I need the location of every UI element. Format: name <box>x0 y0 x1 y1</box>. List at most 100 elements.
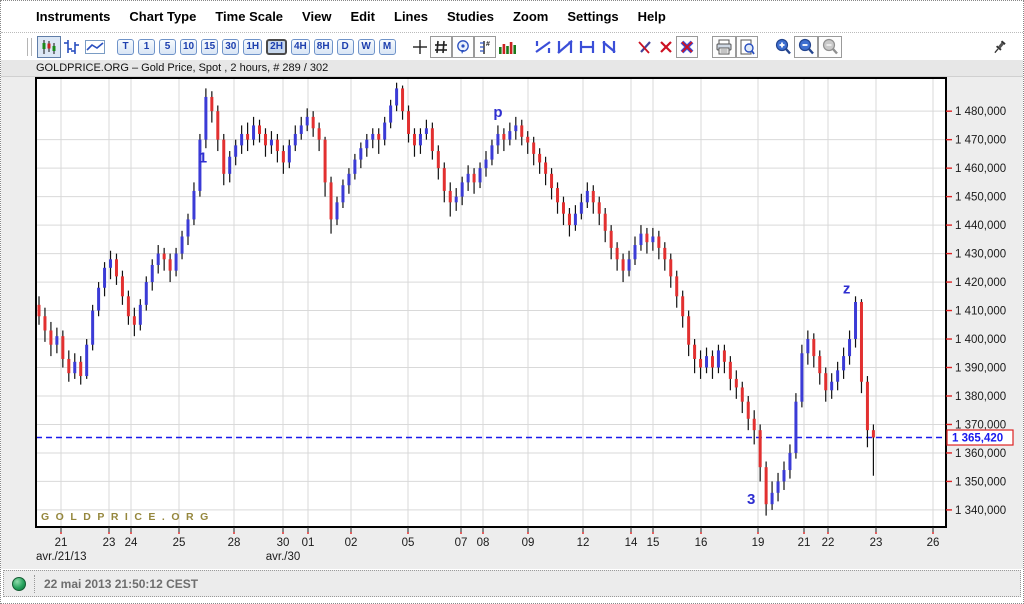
timescale-button-4h[interactable]: 4H <box>291 39 310 55</box>
y-tick-label: 1 350,000 <box>955 476 1006 488</box>
print-preview-icon <box>739 39 755 55</box>
timescale-button-10[interactable]: 10 <box>180 39 197 55</box>
y-tick-label: 1 420,000 <box>955 277 1006 289</box>
menu-item-time-scale[interactable]: Time Scale <box>215 9 283 24</box>
timescale-button-2h[interactable]: 2H <box>266 39 287 55</box>
timescale-button-m[interactable]: M <box>379 39 396 55</box>
price-scale-icon: # <box>477 39 493 55</box>
delete-line-tool-button[interactable] <box>656 36 676 58</box>
app-window: Instruments Chart Type Time Scale View Edit L… <box>0 0 1024 604</box>
horizontal-segment-icon <box>578 39 596 55</box>
timescale-button-15[interactable]: 15 <box>201 39 218 55</box>
timescale-button-1h[interactable]: 1H <box>243 39 262 55</box>
x-tick-label: 08 <box>477 537 490 549</box>
crosshair-icon <box>412 39 428 55</box>
trendline-icon <box>534 39 552 55</box>
x-date-label: avr./30 <box>266 551 301 563</box>
zoom-reset-button[interactable] <box>818 36 842 58</box>
menu-item-chart-type[interactable]: Chart Type <box>129 9 196 24</box>
timescale-button-8h[interactable]: 8H <box>314 39 333 55</box>
menu-item-edit[interactable]: Edit <box>350 9 375 24</box>
menu-item-instruments[interactable]: Instruments <box>36 9 110 24</box>
volume-histogram-icon <box>498 39 516 55</box>
timescale-button-1[interactable]: 1 <box>138 39 155 55</box>
x-tick-label: 23 <box>103 537 116 549</box>
zoom-in-button[interactable] <box>772 36 794 58</box>
timescale-button-30[interactable]: 30 <box>222 39 239 55</box>
timescale-button-w[interactable]: W <box>358 39 375 55</box>
price-chart[interactable]: GOLDPRICE.ORG1pz31 340,0001 350,0001 360… <box>1 77 1024 569</box>
plot-background <box>36 77 946 527</box>
timescale-button-t[interactable]: T <box>117 39 134 55</box>
x-tick-label: 25 <box>173 537 186 549</box>
price-scale-toggle-button[interactable]: # <box>474 36 496 58</box>
zoom-out-button[interactable] <box>794 36 818 58</box>
menu-bar: Instruments Chart Type Time Scale View Edit L… <box>1 1 1023 33</box>
x-date-label: avr./21/13 <box>36 551 87 563</box>
zoom-in-icon <box>774 38 792 55</box>
x-tick-label: 28 <box>228 537 241 549</box>
trendline-extended-tool-button[interactable] <box>554 36 576 58</box>
menu-item-zoom[interactable]: Zoom <box>513 9 548 24</box>
chart-title-bar: GOLDPRICE.ORG – Gold Price, Spot , 2 hou… <box>1 60 1023 77</box>
last-price-label: 1 365,420 <box>952 433 1003 445</box>
x-tick-label: 14 <box>625 537 638 549</box>
wave-annotation-p[interactable]: p <box>493 104 502 121</box>
erase-line-icon <box>636 39 654 55</box>
ohlc-bar-chart-type-button[interactable] <box>61 36 83 58</box>
wave-annotation-3[interactable]: 3 <box>747 491 755 508</box>
vertical-trend-tool-button[interactable] <box>598 36 620 58</box>
x-tick-label: 19 <box>752 537 765 549</box>
menu-item-help[interactable]: Help <box>638 9 666 24</box>
x-tick-label: 16 <box>695 537 708 549</box>
line-chart-type-button[interactable] <box>83 36 107 58</box>
delete-all-lines-button[interactable] <box>676 36 698 58</box>
y-tick-label: 1 480,000 <box>955 106 1006 118</box>
x-tick-label: 07 <box>455 537 468 549</box>
timescale-button-d[interactable]: D <box>337 39 354 55</box>
menu-item-view[interactable]: View <box>302 9 331 24</box>
x-tick-label: 23 <box>870 537 883 549</box>
menu-item-studies[interactable]: Studies <box>447 9 494 24</box>
volume-toggle-button[interactable] <box>496 36 518 58</box>
trendline-extended-icon <box>556 39 574 55</box>
menu-item-lines[interactable]: Lines <box>394 9 428 24</box>
x-tick-label: 30 <box>277 537 290 549</box>
chart-area[interactable]: GOLDPRICE.ORG1pz31 340,0001 350,0001 360… <box>1 77 1024 569</box>
candlestick-chart-type-button[interactable] <box>37 36 61 58</box>
trendline-tool-button[interactable] <box>532 36 554 58</box>
x-tick-label: 15 <box>647 537 660 549</box>
erase-line-tool-button[interactable] <box>634 36 656 58</box>
grid-toggle-button[interactable] <box>430 36 452 58</box>
toolbar-pin-button[interactable] <box>989 36 1009 58</box>
vertical-trend-icon <box>600 39 618 55</box>
printer-icon <box>715 39 733 55</box>
x-tick-label: 01 <box>302 537 315 549</box>
y-tick-label: 1 460,000 <box>955 163 1006 175</box>
status-bar: 22 mai 2013 21:50:12 CEST <box>3 570 1021 597</box>
line-chart-icon <box>85 39 105 55</box>
print-preview-button[interactable] <box>736 36 758 58</box>
y-tick-label: 1 380,000 <box>955 391 1006 403</box>
grid-icon <box>433 39 449 55</box>
zoom-out-icon <box>797 38 815 55</box>
x-tick-label: 05 <box>402 537 415 549</box>
toolbar-grip[interactable] <box>27 38 32 56</box>
crosshair-tool-button[interactable] <box>410 36 430 58</box>
chart-title: GOLDPRICE.ORG – Gold Price, Spot , 2 hou… <box>36 62 328 74</box>
print-button[interactable] <box>712 36 736 58</box>
zoom-reset-icon <box>821 38 839 55</box>
y-tick-label: 1 430,000 <box>955 249 1006 261</box>
y-tick-label: 1 410,000 <box>955 306 1006 318</box>
status-timestamp: 22 mai 2013 21:50:12 CEST <box>44 577 198 591</box>
horizontal-segment-tool-button[interactable] <box>576 36 598 58</box>
watermark: GOLDPRICE.ORG <box>41 511 215 523</box>
wave-annotation-1[interactable]: 1 <box>199 149 207 166</box>
x-tick-label: 09 <box>522 537 535 549</box>
timescale-button-group: T151015301H2H4H8HDWM <box>117 39 396 55</box>
wave-annotation-z[interactable]: z <box>843 280 851 297</box>
y-tick-label: 1 360,000 <box>955 448 1006 460</box>
menu-item-settings[interactable]: Settings <box>567 9 618 24</box>
timescale-button-5[interactable]: 5 <box>159 39 176 55</box>
bubble-info-toggle-button[interactable] <box>452 36 474 58</box>
